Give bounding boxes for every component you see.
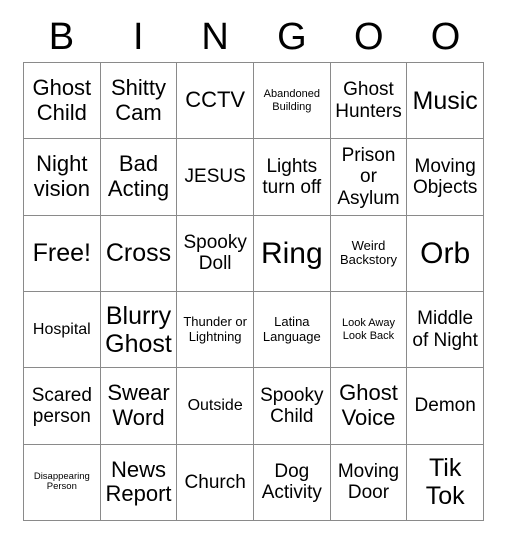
bingo-cell-label: Free! <box>32 239 91 268</box>
bingo-cell-r4-c0[interactable]: Scared person <box>24 368 101 445</box>
bingo-cell-r2-c4[interactable]: Weird Backstory <box>330 215 408 292</box>
bingo-cell-r0-c5[interactable]: Music <box>407 63 484 140</box>
bingo-cell-r4-c2[interactable]: Outside <box>177 368 254 445</box>
bingo-header-letter-2: N <box>201 16 229 58</box>
bingo-cell-label: News Report <box>105 456 172 507</box>
bingo-cell-r4-c3[interactable]: Spooky Child <box>253 368 331 445</box>
bingo-cell-r1-c3[interactable]: Lights turn off <box>253 139 331 216</box>
bingo-cell-r4-c4[interactable]: Ghost Voice <box>330 368 408 445</box>
bingo-cell-label: Lights turn off <box>262 155 322 198</box>
bingo-cell-label: JESUS <box>184 166 246 188</box>
bingo-cell-r4-c5[interactable]: Demon <box>407 368 484 445</box>
bingo-cell-label: Look Away Look Back <box>341 317 395 342</box>
bingo-cell-label: Latina Language <box>262 314 321 344</box>
bingo-cell-label: Blurry Ghost <box>105 301 172 358</box>
bingo-grid: Ghost Child Shitty Cam CCTV Abandoned Build… <box>23 62 484 521</box>
bingo-cell-label: Scared person <box>31 384 92 427</box>
bingo-cell-r0-c1[interactable]: Shitty Cam <box>100 63 178 140</box>
bingo-cell-r5-c0[interactable]: Disappearing Person <box>24 444 101 521</box>
bingo-cell-r5-c1[interactable]: News Report <box>100 444 178 521</box>
bingo-cell-r5-c5[interactable]: Tik Tok <box>407 444 484 521</box>
bingo-cell-label: CCTV <box>185 87 246 113</box>
bingo-cell-r3-c3[interactable]: Latina Language <box>253 292 331 369</box>
bingo-cell-r0-c0[interactable]: Ghost Child <box>24 63 101 140</box>
bingo-cell-label: Outside <box>187 397 243 415</box>
bingo-cell-r1-c4[interactable]: Prison or Asylum <box>330 139 408 216</box>
bingo-cell-label: Disappearing Person <box>33 470 90 493</box>
bingo-cell-r0-c3[interactable]: Abandoned Building <box>253 63 331 140</box>
bingo-cell-r3-c2[interactable]: Thunder or Lightning <box>177 292 254 369</box>
bingo-cell-label: Thunder or Lightning <box>183 314 247 344</box>
bingo-cell-r1-c5[interactable]: Moving Objects <box>407 139 484 216</box>
bingo-cell-label: Spooky Child <box>260 384 324 427</box>
bingo-cell-r5-c4[interactable]: Moving Door <box>330 444 408 521</box>
bingo-cell-r5-c2[interactable]: Church <box>177 444 254 521</box>
bingo-cell-label: Music <box>412 86 478 115</box>
bingo-cell-label: Spooky Doll <box>183 232 247 275</box>
bingo-cell-label: Demon <box>414 395 476 417</box>
bingo-cell-r1-c0[interactable]: Night vision <box>24 139 101 216</box>
bingo-card: B I N G O O Ghost Child Shitty Cam CCTV Abandone… <box>0 0 506 544</box>
bingo-cell-label: Ghost Hunters <box>335 79 402 122</box>
bingo-cell-r2-c3[interactable]: Ring <box>253 215 331 292</box>
bingo-cell-r3-c4[interactable]: Look Away Look Back <box>330 292 408 369</box>
bingo-cell-r2-c2[interactable]: Spooky Doll <box>177 215 254 292</box>
bingo-cell-r1-c1[interactable]: Bad Acting <box>100 139 178 216</box>
bingo-cell-label: Hospital <box>32 320 91 338</box>
bingo-cell-label: Tik Tok <box>425 454 465 511</box>
bingo-cell-label: Dog Activity <box>261 461 322 504</box>
bingo-cell-r2-c0[interactable]: Free! <box>24 215 101 292</box>
bingo-cell-label: Weird Backstory <box>339 237 398 268</box>
bingo-cell-label: Ghost Voice <box>339 380 398 430</box>
bingo-cell-r1-c2[interactable]: JESUS <box>177 139 254 216</box>
bingo-header-letter-1: I <box>132 16 144 58</box>
bingo-cell-r2-c1[interactable]: Cross <box>100 215 178 292</box>
bingo-cell-label: Prison or Asylum <box>337 145 400 209</box>
bingo-header-row: BINGOO <box>23 12 484 62</box>
bingo-cell-r3-c5[interactable]: Middle of Night <box>407 292 484 369</box>
bingo-header-letter-0: B <box>48 16 75 58</box>
bingo-cell-label: Middle of Night <box>412 308 478 351</box>
bingo-cell-label: Ghost Child <box>32 75 92 125</box>
bingo-header-letter-3: G <box>277 16 307 58</box>
bingo-cell-label: Ring <box>260 236 323 270</box>
bingo-cell-r3-c1[interactable]: Blurry Ghost <box>100 292 178 369</box>
bingo-cell-label: Orb <box>420 236 471 270</box>
bingo-cell-r5-c3[interactable]: Dog Activity <box>253 444 331 521</box>
bingo-header-letter-5: O <box>430 16 461 58</box>
bingo-header-letter-4: O <box>353 16 384 58</box>
bingo-cell-label: Moving Door <box>337 461 400 504</box>
bingo-cell-label: Abandoned Building <box>263 88 320 113</box>
bingo-cell-label: Cross <box>105 239 172 268</box>
bingo-cell-r3-c0[interactable]: Hospital <box>24 292 101 369</box>
bingo-cell-r4-c1[interactable]: Swear Word <box>100 368 178 445</box>
bingo-cell-label: Shitty Cam <box>110 75 166 125</box>
bingo-cell-label: Swear Word <box>107 380 170 430</box>
bingo-cell-label: Bad Acting <box>107 151 170 201</box>
bingo-cell-r0-c4[interactable]: Ghost Hunters <box>330 63 408 140</box>
bingo-cell-r2-c5[interactable]: Orb <box>407 215 484 292</box>
bingo-cell-r0-c2[interactable]: CCTV <box>177 63 254 140</box>
bingo-cell-label: Moving Objects <box>412 155 478 198</box>
bingo-cell-label: Church <box>184 471 246 493</box>
bingo-cell-label: Night vision <box>33 151 90 201</box>
